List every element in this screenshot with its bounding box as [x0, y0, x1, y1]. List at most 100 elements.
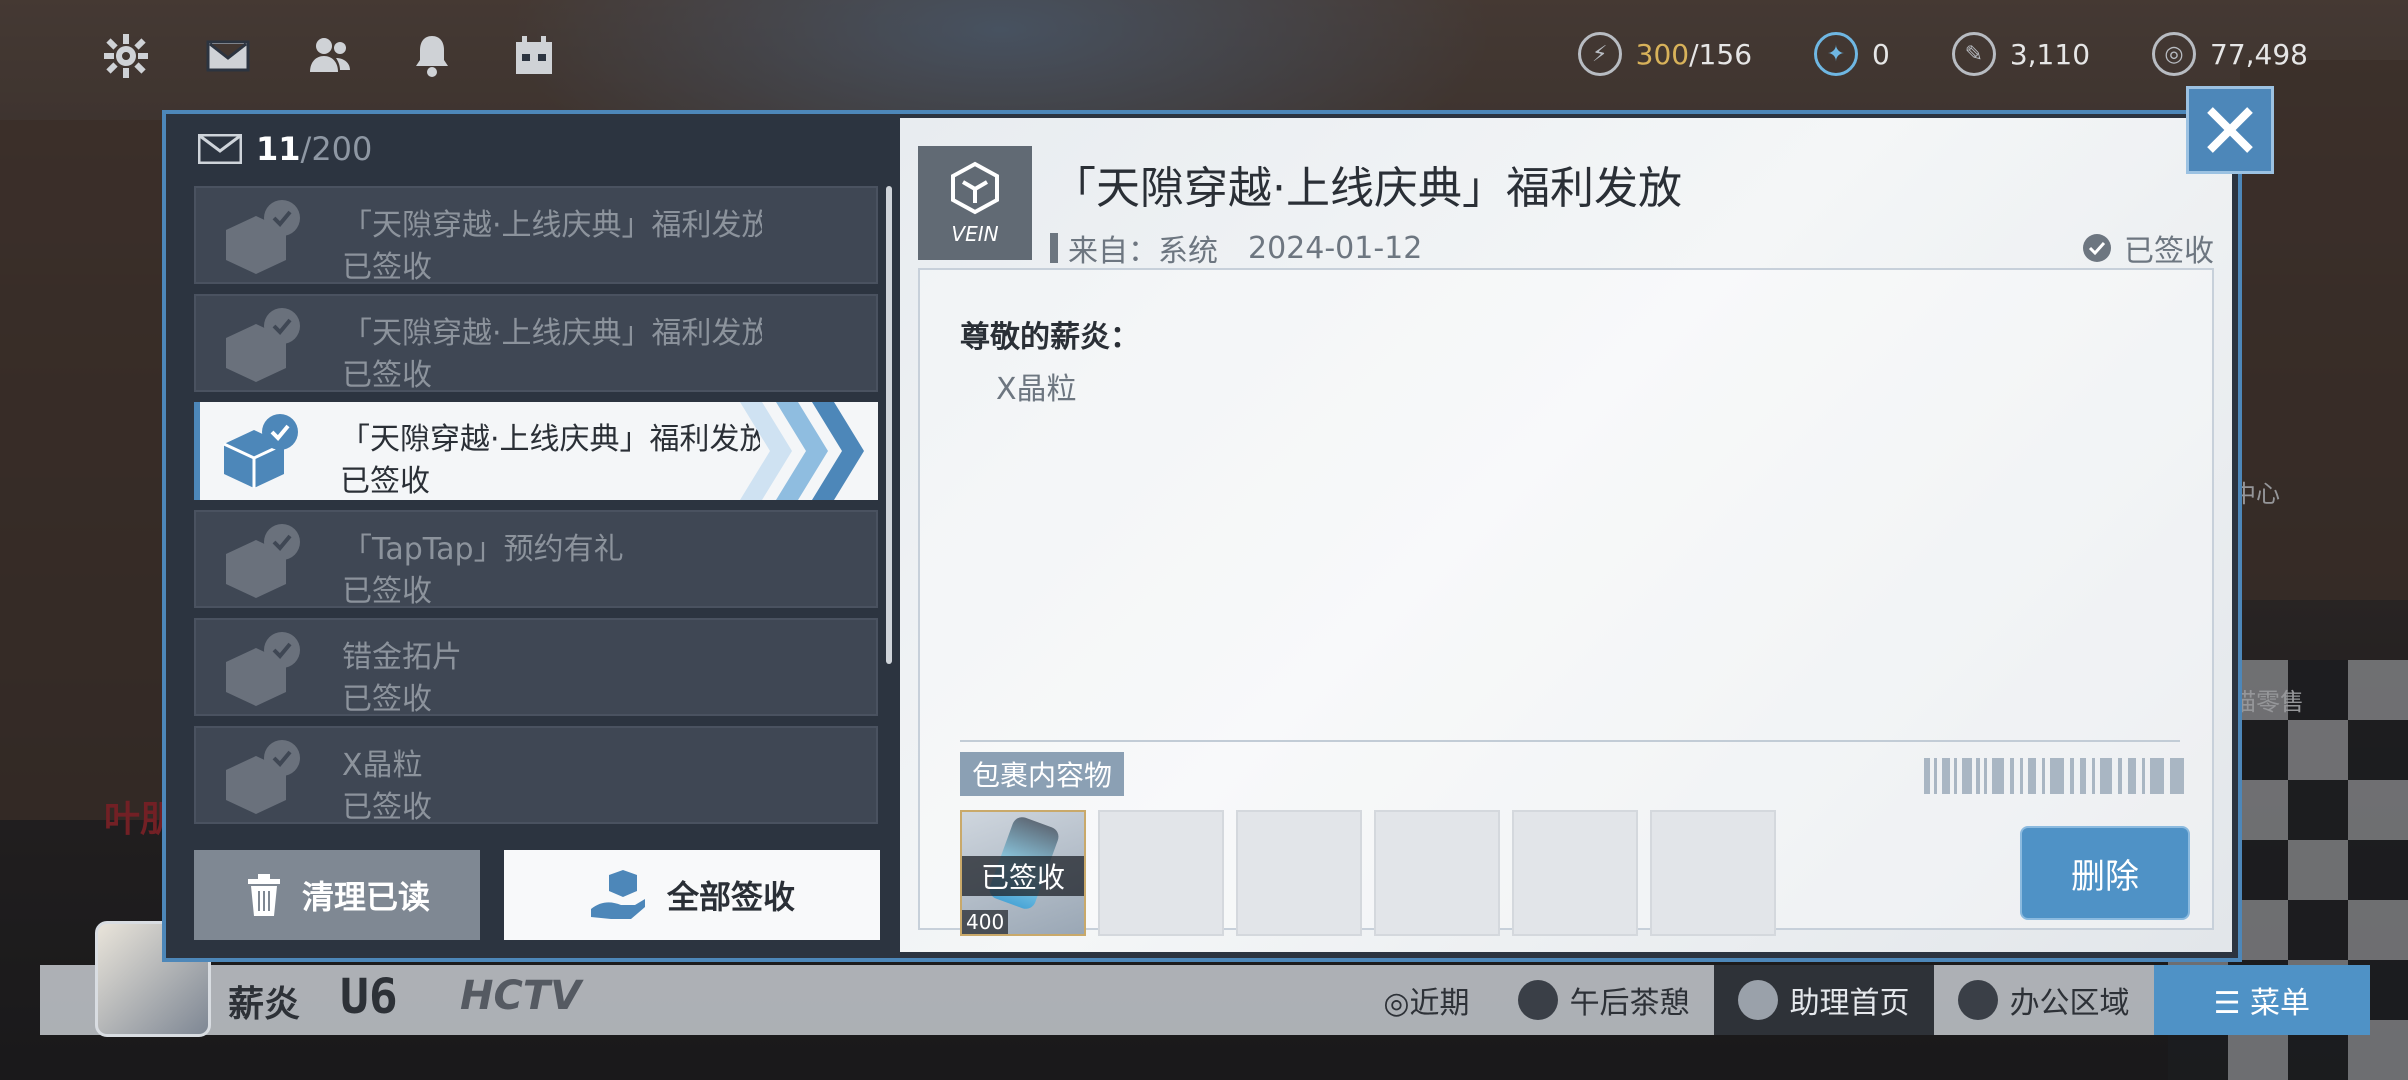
nav-menu[interactable]: ☰ 菜单 [2153, 965, 2370, 1035]
resource-crystal[interactable]: ✦ 0 [1814, 32, 1890, 76]
calendar-button[interactable] [508, 30, 560, 82]
mail-content: 尊敬的薪炎： X晶粒 包裹内容物 已签收 400 删除 [918, 268, 2214, 936]
mail-icon [206, 40, 250, 72]
sender-logo: VEIN [918, 146, 1032, 260]
nav-recent-label: ◎近期 [1383, 986, 1470, 1021]
claim-all-button[interactable]: 全部签收 [504, 850, 880, 940]
notification-button[interactable] [406, 30, 458, 82]
calendar-icon [516, 36, 552, 74]
stamina-icon: ⚡ [1577, 32, 1622, 76]
resource-pen[interactable]: ✎ 3,110 [1951, 32, 2091, 76]
bottom-nav: ◎近期 午后茶憩 助理首页 办公区域 ☰ 菜单 [1359, 965, 2370, 1035]
nav-assistant-label: 助理首页 [1789, 986, 1910, 1021]
resource-bar: ⚡ 300/156 ✦ 0 ✎ 3,110 ◎ 77,498 [1577, 32, 2308, 76]
nav-office-label: 办公区域 [2009, 986, 2130, 1021]
check-circle-icon [2083, 234, 2111, 262]
from-label: 来自： [1068, 234, 1158, 269]
mail-button[interactable] [202, 30, 254, 82]
nav-tea[interactable]: 午后茶憩 [1494, 965, 1714, 1035]
package-divider [960, 740, 2180, 742]
mail-greeting: 尊敬的薪炎： [960, 320, 1140, 355]
mail-item-title: 「天隙穿越·上线庆典」福利发放 [342, 316, 762, 351]
mail-list-panel: 11/200 「天隙穿越·上线庆典」福利发放 已签收 「天隙穿越·上线庆典」福利… [194, 122, 894, 960]
mail-item-status: 已签收 [340, 464, 430, 499]
close-button[interactable] [2186, 86, 2274, 174]
attachment-slot-empty [1512, 810, 1638, 936]
attachment-claimed-overlay: 已签收 [962, 856, 1084, 896]
mail-item-status: 已签收 [342, 250, 432, 285]
hctv-logo[interactable]: HCTV [460, 973, 581, 1019]
mail-item-status: 已签收 [342, 358, 432, 393]
office-icon [1957, 980, 1998, 1020]
friends-icon [310, 38, 350, 72]
claim-all-label: 全部签收 [666, 878, 795, 916]
mail-item-selected[interactable]: 「天隙穿越·上线庆典」福利发放 已签收 [194, 402, 878, 500]
pen-value: 3,110 [2009, 37, 2091, 71]
from-value: 系统 [1158, 234, 1218, 269]
close-icon [2207, 107, 2253, 153]
mail-item-status: 已签收 [342, 682, 432, 717]
top-icon-bar [100, 30, 560, 82]
mail-list-scrollbar[interactable] [886, 186, 892, 664]
mail-item-title: 错金拓片 [342, 640, 462, 675]
barcode-decoration [1924, 758, 2184, 794]
resource-stamina[interactable]: ⚡ 300/156 [1577, 32, 1753, 76]
tea-icon [1517, 980, 1558, 1020]
stamina-value: 300 [1635, 37, 1690, 71]
mail-body: X晶粒 [996, 372, 1077, 407]
nav-recent[interactable]: ◎近期 [1359, 965, 1493, 1035]
player-name: 薪炎 [228, 984, 301, 1025]
clear-read-label: 清理已读 [301, 878, 430, 916]
package-check-icon [226, 524, 300, 598]
hand-package-icon [590, 870, 645, 919]
pen-icon: ✎ [1951, 32, 1996, 76]
mail-date: 2024-01-12 [1248, 230, 1423, 266]
assistant-icon [1737, 980, 1778, 1020]
mail-item[interactable]: 「天隙穿越·上线庆典」福利发放 已签收 [194, 186, 878, 285]
vein-logo-icon [951, 161, 999, 215]
mail-item-title: 「天隙穿越·上线庆典」福利发放 [340, 422, 760, 457]
coin-value: 77,498 [2210, 37, 2308, 71]
gear-icon [104, 34, 148, 78]
mail-item-title: X晶粒 [342, 748, 423, 783]
attachment-slot-empty [1374, 810, 1500, 936]
crystal-value: 0 [1872, 37, 1890, 71]
delete-button[interactable]: 删除 [2020, 826, 2190, 920]
mail-status: 已签收 [2082, 226, 2214, 270]
attachment-slot-empty [1236, 810, 1362, 936]
friends-button[interactable] [304, 30, 356, 82]
clear-read-button[interactable]: 清理已读 [194, 850, 480, 940]
mail-item-title: 「TapTap」预约有礼 [342, 532, 624, 567]
attachment-quantity: 400 [962, 910, 1009, 934]
mail-item-title: 「天隙穿越·上线庆典」福利发放 [342, 208, 762, 243]
mail-item-status: 已签收 [342, 790, 432, 825]
trash-icon [247, 874, 280, 916]
nav-office[interactable]: 办公区域 [1934, 965, 2154, 1035]
nav-assistant[interactable]: 助理首页 [1713, 965, 1934, 1035]
mail-count: 11/200 [198, 130, 372, 168]
attachment-slots: 已签收 400 [960, 810, 1776, 936]
attachment-slot-empty [1650, 810, 1776, 936]
resource-coin[interactable]: ◎ 77,498 [2152, 32, 2308, 76]
coin-icon: ◎ [2152, 32, 2197, 76]
settings-button[interactable] [100, 30, 152, 82]
meta-bar [1050, 233, 1058, 263]
stamina-max: /156 [1689, 37, 1753, 71]
package-label: 包裹内容物 [960, 752, 1125, 796]
nav-menu-label: ☰ 菜单 [2213, 986, 2310, 1021]
envelope-icon [198, 134, 242, 164]
mail-item[interactable]: X晶粒 已签收 [194, 726, 878, 825]
selected-chevrons [730, 402, 870, 500]
package-check-icon [223, 414, 298, 488]
mail-item[interactable]: 「天隙穿越·上线庆典」福利发放 已签收 [194, 294, 878, 393]
mail-status-label: 已签收 [2124, 234, 2214, 269]
bell-icon [416, 36, 448, 77]
package-check-icon [226, 740, 300, 814]
attachment-slot-empty [1098, 810, 1224, 936]
mail-item[interactable]: 错金拓片 已签收 [194, 618, 878, 717]
mail-item[interactable]: 「TapTap」预约有礼 已签收 [194, 510, 878, 609]
player-level: U6 [340, 969, 398, 1025]
mail-title: 「天隙穿越·上线庆典」福利发放 [1052, 163, 1682, 214]
package-check-icon [226, 200, 300, 274]
attachment-slot-item[interactable]: 已签收 400 [960, 810, 1086, 936]
